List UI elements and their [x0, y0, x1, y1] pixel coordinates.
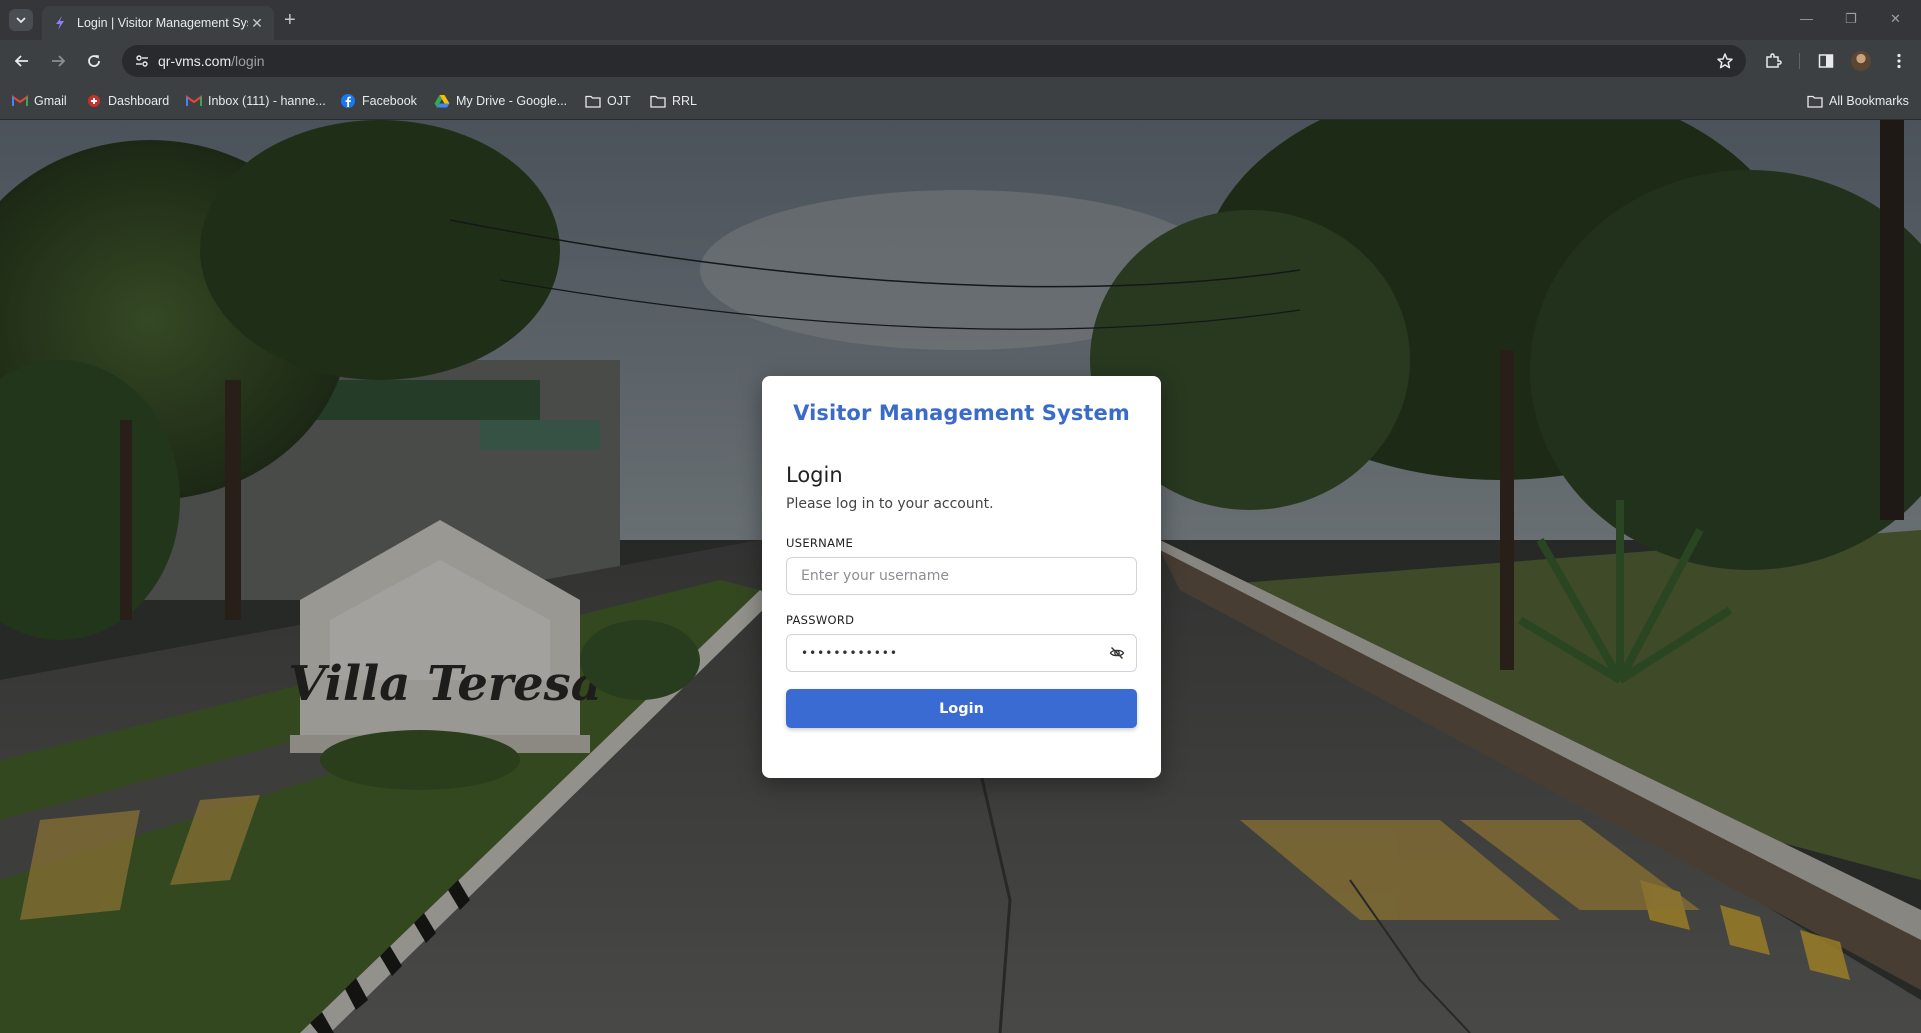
gmail-icon	[186, 93, 202, 109]
bookmark-gmail[interactable]: Gmail	[12, 91, 67, 111]
bookmark-folder-rrl[interactable]: RRL	[650, 91, 697, 111]
side-panel-icon	[1818, 54, 1834, 68]
bookmark-folder-ojt[interactable]: OJT	[585, 91, 631, 111]
puzzle-icon	[1766, 53, 1782, 68]
folder-icon	[1807, 93, 1823, 109]
gmail-icon	[12, 93, 28, 109]
password-label: PASSWORD	[786, 613, 855, 627]
password-input[interactable]	[786, 634, 1137, 672]
site-info-icon[interactable]	[134, 53, 150, 69]
page-viewport: Villa Teresa Visitor Management System L…	[0, 120, 1921, 1033]
folder-icon	[650, 93, 666, 109]
browser-toolbar: qr-vms.com/login	[0, 40, 1921, 82]
bookmark-label: RRL	[672, 94, 698, 108]
all-bookmarks-label: All Bookmarks	[1829, 94, 1909, 108]
username-input[interactable]	[786, 557, 1137, 595]
toolbar-separator	[1799, 53, 1800, 69]
password-field	[786, 634, 1137, 672]
tab-close-icon[interactable]: ✕	[248, 15, 266, 32]
browser-tab[interactable]: Login | Visitor Management System ✕	[42, 6, 274, 40]
app-brand-title: Visitor Management System	[793, 401, 1130, 425]
url-path: /login	[231, 53, 265, 69]
side-panel-button[interactable]	[1816, 51, 1836, 71]
back-button[interactable]	[12, 51, 32, 71]
profile-avatar[interactable]	[1851, 51, 1871, 71]
url-host: qr-vms.com	[158, 53, 232, 69]
all-bookmarks-button[interactable]: All Bookmarks	[1807, 91, 1909, 111]
url-text[interactable]: qr-vms.com/login	[158, 53, 265, 69]
google-drive-icon	[434, 93, 450, 109]
site-favicon-icon	[56, 16, 64, 30]
minimize-button[interactable]: —	[1800, 11, 1813, 27]
eye-slash-icon[interactable]	[1109, 645, 1125, 661]
arrow-right-icon	[52, 55, 66, 67]
tab-bar: Login | Visitor Management System ✕ + — …	[0, 0, 1921, 40]
bookmark-inbox[interactable]: Inbox (111) - hanne...	[186, 91, 326, 111]
username-label: USERNAME	[786, 536, 854, 550]
dashboard-icon	[86, 93, 102, 109]
new-tab-button[interactable]: +	[284, 9, 296, 31]
login-heading: Login	[786, 463, 843, 487]
reload-icon	[88, 55, 100, 67]
login-subheading: Please log in to your account.	[786, 496, 994, 512]
address-bar[interactable]: qr-vms.com/login	[122, 45, 1746, 77]
bookmark-label: Gmail	[34, 94, 67, 108]
bookmark-label: Facebook	[362, 94, 417, 108]
login-button[interactable]: Login	[786, 689, 1137, 728]
bookmark-star-icon[interactable]	[1716, 52, 1734, 70]
bookmarks-bar: Gmail Dashboard Inbox (111) - hanne... F…	[0, 82, 1921, 120]
login-card: Visitor Management System Login Please l…	[762, 376, 1161, 778]
folder-icon	[585, 93, 601, 109]
bookmark-label: OJT	[607, 94, 631, 108]
forward-button[interactable]	[48, 51, 68, 71]
bookmark-label: Inbox (111) - hanne...	[208, 94, 326, 108]
browser-menu-button[interactable]	[1889, 51, 1909, 71]
tab-title: Login | Visitor Management System	[77, 16, 248, 30]
bookmark-label: Dashboard	[108, 94, 170, 108]
bookmark-dashboard[interactable]: Dashboard	[86, 91, 169, 111]
facebook-icon	[340, 93, 356, 109]
bookmark-facebook[interactable]: Facebook	[340, 91, 417, 111]
tab-search-button[interactable]	[9, 9, 33, 31]
bookmark-label: My Drive - Google...	[456, 94, 568, 108]
more-vertical-icon	[1897, 53, 1901, 69]
extensions-button[interactable]	[1763, 51, 1783, 71]
bookmark-google-drive[interactable]: My Drive - Google...	[434, 91, 567, 111]
restore-button[interactable]: ❐	[1845, 11, 1857, 27]
reload-button[interactable]	[84, 51, 104, 71]
arrow-left-icon	[14, 55, 28, 67]
chevron-down-icon	[16, 17, 26, 24]
window-close-button[interactable]: ✕	[1890, 11, 1901, 27]
